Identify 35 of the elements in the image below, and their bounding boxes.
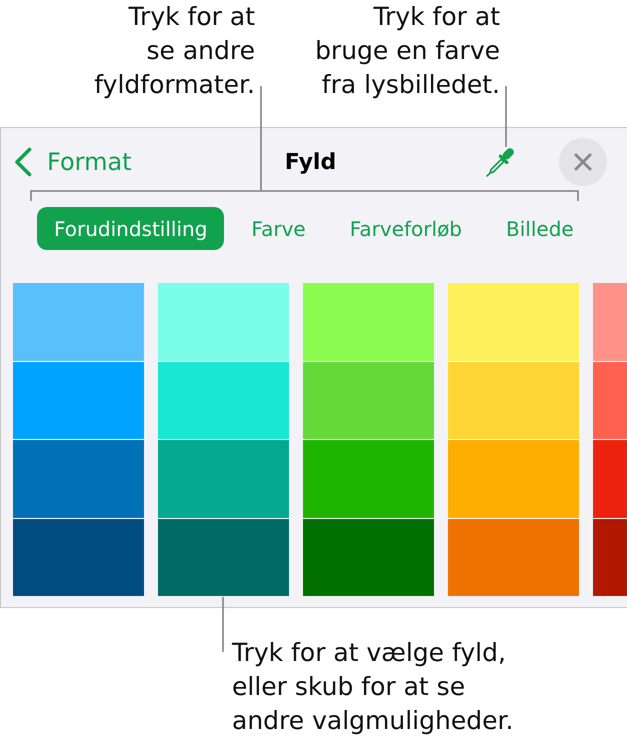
color-swatch[interactable] xyxy=(13,362,144,439)
color-swatch[interactable] xyxy=(448,283,579,360)
leader-line xyxy=(222,597,224,652)
color-swatch[interactable] xyxy=(448,440,579,518)
callout-text: Tryk for at vælge fyld, eller skub for at se andre valgmuligheder. xyxy=(232,637,514,737)
color-swatch[interactable] xyxy=(158,362,289,439)
color-swatch[interactable] xyxy=(303,440,434,518)
color-swatch[interactable] xyxy=(13,283,144,360)
tab[interactable]: Forudindstilling xyxy=(37,207,224,250)
tab[interactable]: Farveforløb xyxy=(332,207,479,250)
color-swatch[interactable] xyxy=(13,518,144,596)
callout-text: Tryk for at bruge en farve fra lysbilledet. xyxy=(315,1,500,101)
color-swatch[interactable] xyxy=(593,283,627,360)
color-swatch[interactable] xyxy=(303,362,434,439)
callout-text: Tryk for at se andre fyldformater. xyxy=(94,1,255,101)
leader-line xyxy=(505,86,507,147)
tab[interactable]: Farve xyxy=(234,207,323,250)
color-swatch[interactable] xyxy=(13,440,144,518)
color-swatch[interactable] xyxy=(158,283,289,360)
close-button[interactable] xyxy=(559,138,607,186)
close-icon xyxy=(574,153,592,171)
color-swatch[interactable] xyxy=(303,518,434,596)
color-swatch[interactable] xyxy=(303,283,434,360)
color-swatch[interactable] xyxy=(448,518,579,596)
color-swatch[interactable] xyxy=(448,362,579,439)
color-swatch[interactable] xyxy=(158,518,289,596)
chevron-left-icon xyxy=(14,147,32,177)
panel-title: Fyld xyxy=(284,150,336,174)
back-button[interactable]: Format xyxy=(14,147,132,177)
tab[interactable]: Billede xyxy=(489,207,591,250)
eyedropper-icon[interactable] xyxy=(485,146,516,178)
color-swatch[interactable] xyxy=(593,362,627,439)
color-swatch[interactable] xyxy=(593,440,627,518)
color-swatch[interactable] xyxy=(593,518,627,596)
color-swatch[interactable] xyxy=(158,440,289,518)
